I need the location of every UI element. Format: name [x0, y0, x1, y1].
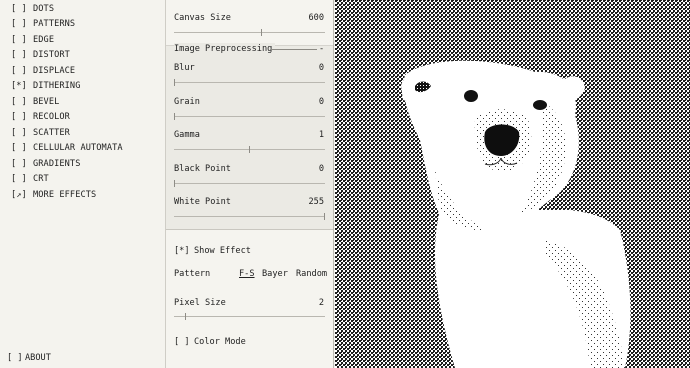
slider-thumb[interactable] — [174, 113, 175, 120]
gamma-label: Gamma — [174, 130, 200, 140]
menu-item-dots[interactable]: [ ] DOTS — [11, 3, 54, 16]
pattern-option-random[interactable]: Random — [296, 268, 327, 280]
slider-thumb[interactable] — [174, 180, 175, 187]
menu-item-label: SCATTER — [33, 128, 70, 138]
pixel-size-slider[interactable] — [174, 313, 325, 320]
dithered-image — [335, 0, 690, 368]
menu-item-label: GRADIENTS — [33, 159, 81, 169]
about-checkbox[interactable]: [ ] — [7, 352, 25, 365]
menu-item-checkbox[interactable]: [ ] — [11, 127, 33, 140]
pattern-option-bayer[interactable]: Bayer — [262, 268, 288, 280]
menu-item-label: CELLULAR AUTOMATA — [33, 143, 123, 153]
menu-item-checkbox[interactable]: [ ] — [11, 65, 33, 78]
show-effect-checkbox[interactable]: [*] — [174, 245, 194, 257]
menu-item-edge[interactable]: [ ] EDGE — [11, 34, 54, 47]
menu-item-checkbox[interactable]: [ ] — [11, 96, 33, 109]
canvas-preview[interactable] — [335, 0, 690, 368]
slider-thumb[interactable] — [174, 79, 175, 86]
menu-item-displace[interactable]: [ ] DISPLACE — [11, 65, 75, 78]
menu-item-checkbox[interactable]: [ ] — [11, 173, 33, 186]
about-label: ABOUT — [25, 353, 51, 363]
color-mode-toggle[interactable]: [ ] Color Mode — [174, 336, 246, 348]
menu-item-checkbox[interactable]: [ ] — [11, 158, 33, 171]
show-effect-label: Show Effect — [194, 246, 251, 256]
about-link[interactable]: [ ] ABOUT — [7, 352, 51, 365]
menu-item-checkbox[interactable]: [ ] — [11, 49, 33, 62]
slider-thumb[interactable] — [324, 213, 325, 220]
black-point-value: 0 — [318, 164, 324, 174]
menu-item-label: EDGE — [33, 35, 55, 45]
bear-eye-left — [464, 90, 478, 102]
color-mode-label: Color Mode — [194, 337, 246, 347]
menu-item-more-effects[interactable]: [↗] MORE EFFECTS — [11, 189, 96, 202]
external-link-icon: [↗] — [11, 190, 27, 200]
slider-thumb[interactable] — [249, 146, 250, 153]
menu-item-checkbox[interactable]: [ ] — [11, 111, 33, 124]
pattern-label: Pattern — [174, 269, 211, 279]
black-point-label: Black Point — [174, 164, 231, 174]
menu-item-distort[interactable]: [ ] DISTORT — [11, 49, 70, 62]
menu-item-label: MORE EFFECTS — [33, 190, 97, 200]
slider-thumb[interactable] — [261, 29, 262, 36]
menu-item-gradients[interactable]: [ ] GRADIENTS — [11, 158, 80, 171]
effects-menu: [ ] DOTS [ ] PATTERNS [ ] EDGE [ ] DISTORT [… — [0, 0, 166, 368]
menu-item-label: DOTS — [33, 4, 55, 14]
menu-item-label: DISPLACE — [33, 66, 76, 76]
canvas-size-value: 600 — [308, 13, 324, 23]
blur-slider[interactable] — [174, 79, 325, 86]
menu-item-label: PATTERNS — [33, 19, 76, 29]
blur-label: Blur — [174, 63, 195, 73]
bear-eye-right — [533, 100, 547, 110]
pixel-size-value: 2 — [318, 298, 324, 308]
pattern-option-fs[interactable]: F-S — [239, 268, 255, 280]
menu-item-crt[interactable]: [ ] CRT — [11, 173, 49, 186]
menu-item-checkbox[interactable]: [ ] — [11, 34, 33, 47]
menu-item-checkbox[interactable]: [ ] — [11, 3, 33, 16]
slider-thumb[interactable] — [185, 313, 186, 320]
settings-panel: Canvas Size 600 Image Preprocessing - Bl… — [166, 0, 334, 368]
menu-item-label: BEVEL — [33, 97, 60, 107]
show-effect-toggle[interactable]: [*] Show Effect — [174, 245, 251, 257]
grain-label: Grain — [174, 97, 200, 107]
menu-item-label: DISTORT — [33, 50, 70, 60]
canvas-size-slider[interactable] — [174, 29, 325, 36]
white-point-value: 255 — [308, 197, 324, 207]
menu-item-checkbox[interactable]: [ ] — [11, 18, 33, 31]
menu-item-recolor[interactable]: [ ] RECOLOR — [11, 111, 70, 124]
pixel-size-label: Pixel Size — [174, 298, 226, 308]
color-mode-checkbox[interactable]: [ ] — [174, 336, 194, 348]
blur-value: 0 — [318, 63, 324, 73]
grain-slider[interactable] — [174, 113, 325, 120]
black-point-slider[interactable] — [174, 180, 325, 187]
grain-value: 0 — [318, 97, 324, 107]
menu-item-label: DITHERING — [33, 81, 81, 91]
menu-item-scatter[interactable]: [ ] SCATTER — [11, 127, 70, 140]
menu-item-label: RECOLOR — [33, 112, 70, 122]
image-preprocessing-title: Image Preprocessing — [174, 43, 276, 55]
menu-item-patterns[interactable]: [ ] PATTERNS — [11, 18, 75, 31]
white-point-slider[interactable] — [174, 213, 325, 220]
canvas-size-label: Canvas Size — [174, 13, 231, 23]
menu-item-checkbox[interactable]: [*] — [11, 80, 33, 93]
collapse-button[interactable]: - — [319, 43, 324, 55]
white-point-label: White Point — [174, 197, 231, 207]
menu-item-cellular-automata[interactable]: [ ] CELLULAR AUTOMATA — [11, 142, 123, 155]
gamma-value: 1 — [318, 130, 324, 140]
group-title-rule — [271, 49, 317, 50]
menu-item-label: CRT — [33, 174, 49, 184]
menu-item-dithering[interactable]: [*] DITHERING — [11, 80, 80, 93]
menu-item-bevel[interactable]: [ ] BEVEL — [11, 96, 59, 109]
menu-item-checkbox[interactable]: [ ] — [11, 142, 33, 155]
gamma-slider[interactable] — [174, 146, 325, 153]
